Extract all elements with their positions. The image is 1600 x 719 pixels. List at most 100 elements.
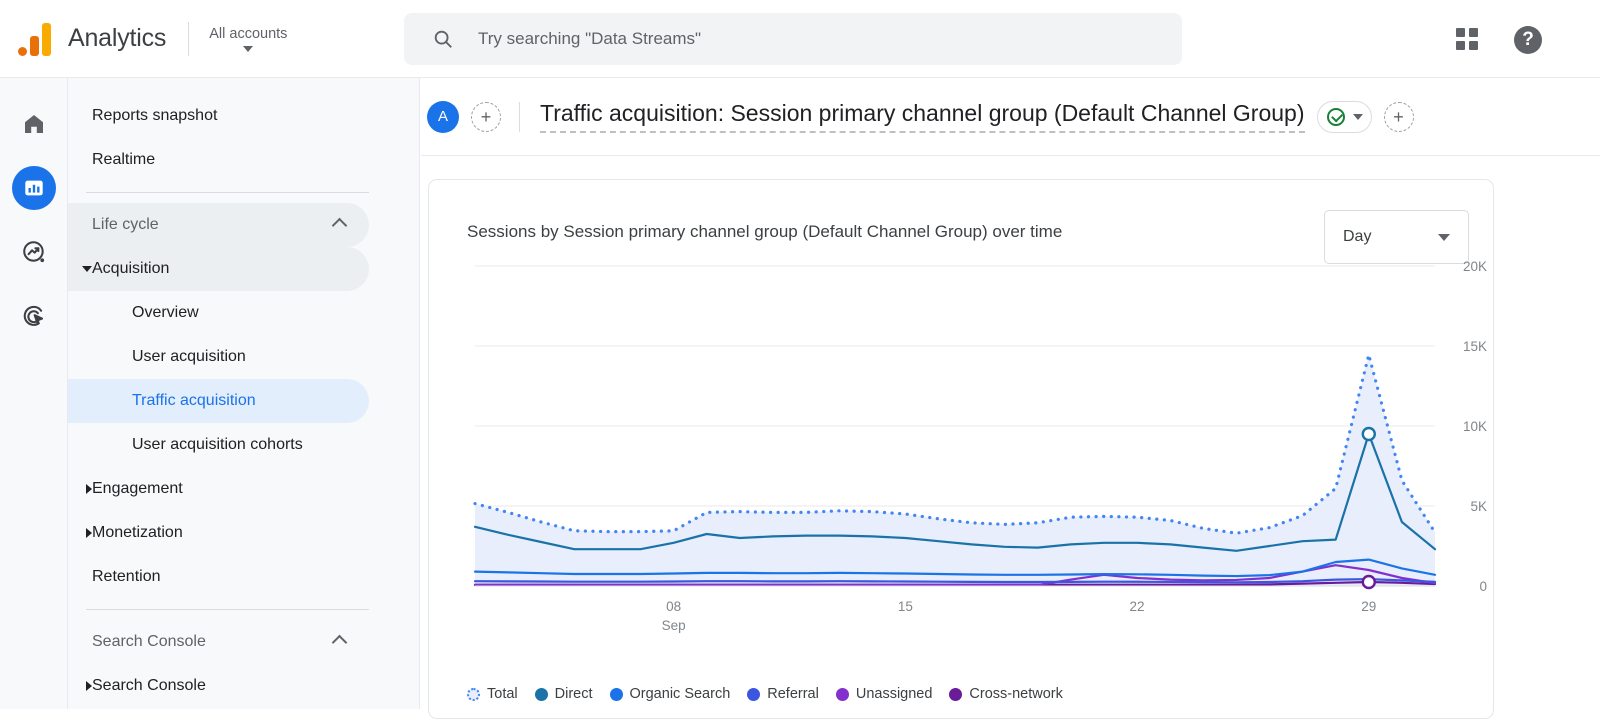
- avatar[interactable]: A: [427, 100, 459, 133]
- advertising-target-icon: [23, 305, 43, 326]
- legend-label: Total: [487, 686, 518, 702]
- sidebar-item-label: Acquisition: [92, 260, 170, 277]
- legend-swatch-icon: [949, 687, 963, 701]
- time-series-chart[interactable]: 0 5K 10K 15K 20K 08 Sep 15 22 29: [429, 258, 1495, 658]
- svg-text:0: 0: [1479, 579, 1487, 594]
- sidebar-item-label: Overview: [132, 304, 199, 321]
- caret-right-icon: [86, 681, 92, 691]
- sidebar-group-search-console[interactable]: Search Console: [68, 620, 369, 664]
- top-bar: Analytics All accounts ?: [0, 0, 1600, 78]
- main-content: A + Traffic acquisition: Session primary…: [421, 78, 1600, 719]
- sidebar-item-acquisition[interactable]: Acquisition: [68, 247, 369, 291]
- sidebar-item-user-acquisition-cohorts[interactable]: User acquisition cohorts: [68, 423, 369, 467]
- sidebar-group-life-cycle[interactable]: Life cycle: [68, 203, 369, 247]
- legend-item[interactable]: Organic Search: [609, 686, 731, 702]
- sidebar-item-label: Retention: [92, 568, 161, 585]
- caret-down-icon: [82, 266, 92, 272]
- help-question-icon[interactable]: ?: [1514, 26, 1542, 54]
- sidebar-item-retention[interactable]: Retention: [68, 555, 369, 599]
- grid-apps-icon[interactable]: [1456, 28, 1480, 52]
- search-input[interactable]: [476, 28, 1116, 50]
- caret-right-icon: [86, 528, 92, 538]
- sidebar-item-label: Engagement: [92, 480, 183, 497]
- sidebar-item-monetization[interactable]: Monetization: [68, 511, 369, 555]
- sidebar-divider: [86, 609, 369, 610]
- check-circle-icon: [1326, 107, 1345, 126]
- sidebar-item-overview[interactable]: Overview: [68, 291, 369, 335]
- add-comparison-button[interactable]: +: [471, 101, 501, 132]
- account-selector[interactable]: All accounts: [209, 26, 291, 52]
- sidebar-item-reports-snapshot[interactable]: Reports snapshot: [68, 94, 369, 138]
- sidebar-item-label: Realtime: [92, 151, 156, 168]
- chevron-up-icon: [331, 217, 348, 234]
- chart-card: Sessions by Session primary channel grou…: [428, 179, 1494, 719]
- svg-text:5K: 5K: [1470, 499, 1487, 514]
- chart-title: Sessions by Session primary channel grou…: [467, 222, 1063, 241]
- sidebar-item-label: Reports snapshot: [92, 107, 218, 124]
- rail-item-reports[interactable]: [11, 166, 56, 210]
- chevron-down-icon: [1352, 113, 1363, 120]
- rail-item-explore[interactable]: [12, 230, 56, 274]
- legend-item[interactable]: Cross-network: [949, 686, 1063, 702]
- sidebar-divider: [86, 192, 369, 193]
- chevron-down-icon: [1438, 233, 1450, 241]
- legend-label: Cross-network: [969, 686, 1063, 702]
- sidebar-item-realtime[interactable]: Realtime: [68, 138, 369, 182]
- chevron-down-icon: [243, 45, 254, 52]
- chart-card-header: Sessions by Session primary channel grou…: [429, 180, 1493, 264]
- legend-item[interactable]: Unassigned: [835, 686, 933, 702]
- sidebar-item-label: User acquisition: [132, 348, 246, 365]
- brand-title: Analytics: [68, 24, 167, 52]
- reports-bar-chart-icon: [24, 180, 43, 196]
- svg-text:20K: 20K: [1463, 259, 1487, 274]
- rail-item-advertising[interactable]: [12, 294, 56, 338]
- granularity-value: Day: [1343, 228, 1372, 245]
- granularity-select[interactable]: Day: [1324, 210, 1469, 264]
- legend-label: Referral: [767, 686, 819, 702]
- legend-swatch-icon: [467, 687, 480, 701]
- legend-item[interactable]: Referral: [747, 686, 819, 702]
- svg-text:15K: 15K: [1463, 339, 1487, 354]
- svg-text:10K: 10K: [1463, 419, 1487, 434]
- sidebar-item-label: Search Console: [92, 633, 206, 650]
- chart-legend: Total Direct Organic Search Referral Unassig…: [467, 686, 1080, 702]
- sidebar-item-engagement[interactable]: Engagement: [68, 467, 369, 511]
- sidebar-item-label: Search Console: [92, 677, 206, 694]
- search-box[interactable]: [404, 13, 1182, 65]
- icon-rail: [0, 78, 68, 709]
- add-button[interactable]: +: [1383, 101, 1414, 132]
- legend-swatch-icon: [835, 687, 849, 701]
- legend-swatch-icon: [747, 687, 761, 701]
- sidebar-item-label: Life cycle: [92, 216, 159, 233]
- sidebar-item-user-acquisition[interactable]: User acquisition: [68, 335, 369, 379]
- legend-swatch-icon: [534, 687, 548, 701]
- svg-text:15: 15: [898, 599, 913, 614]
- legend-label: Organic Search: [629, 686, 731, 702]
- sidebar-item-label: Traffic acquisition: [132, 392, 256, 409]
- legend-label: Unassigned: [855, 686, 933, 702]
- svg-text:Sep: Sep: [662, 618, 686, 633]
- status-badge[interactable]: [1316, 100, 1372, 133]
- caret-right-icon: [86, 484, 92, 494]
- sidebar-item-search-console[interactable]: Search Console: [68, 664, 369, 708]
- sidebar: Reports snapshot Realtime Life cycle Acq…: [68, 78, 420, 709]
- legend-item[interactable]: Direct: [534, 686, 593, 702]
- rail-item-home[interactable]: [12, 102, 56, 146]
- chevron-up-icon: [331, 634, 348, 651]
- home-icon: [24, 115, 43, 133]
- sidebar-item-traffic-acquisition[interactable]: Traffic acquisition: [68, 379, 369, 423]
- divider: [519, 101, 520, 132]
- divider: [188, 21, 190, 56]
- sidebar-item-label: User acquisition cohorts: [132, 436, 303, 453]
- search-icon: [434, 30, 452, 48]
- svg-text:29: 29: [1361, 599, 1376, 614]
- analytics-logo-icon: [18, 22, 54, 56]
- svg-text:22: 22: [1130, 599, 1145, 614]
- report-title-bar: A + Traffic acquisition: Session primary…: [421, 78, 1600, 156]
- page-title: Traffic acquisition: Session primary cha…: [540, 100, 1305, 133]
- svg-text:08: 08: [666, 599, 681, 614]
- explore-trend-icon: [22, 241, 44, 263]
- account-selector-label: All accounts: [209, 25, 288, 42]
- legend-item[interactable]: Total: [467, 686, 518, 702]
- legend-label: Direct: [554, 686, 593, 702]
